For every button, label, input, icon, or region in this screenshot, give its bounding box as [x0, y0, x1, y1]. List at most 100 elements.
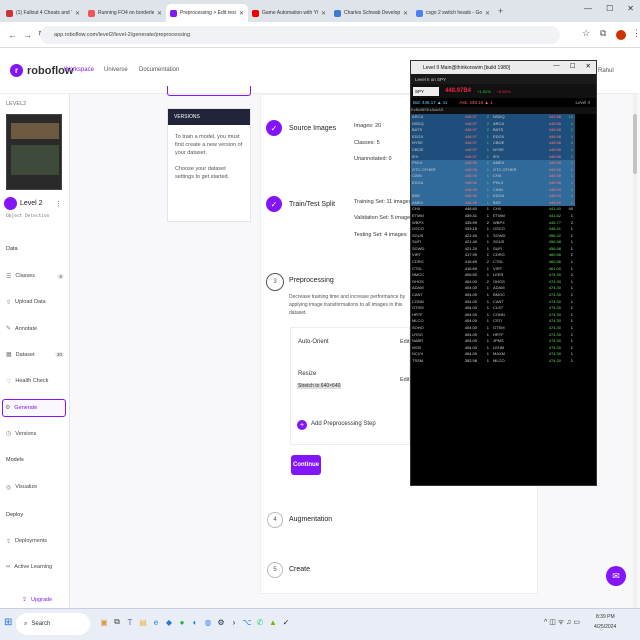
add-step-icon[interactable]: + — [297, 420, 307, 430]
resize-edit-button[interactable]: Edit — [400, 377, 409, 383]
back-icon[interactable]: ← — [8, 30, 17, 40]
ladder-cell: MLCO — [491, 357, 523, 365]
level2-title-bar[interactable]: Level II Main@thinkorswim [build 1980] —… — [411, 61, 596, 74]
forward-icon[interactable]: → — [23, 30, 32, 40]
ladder-cell: 448.97 — [443, 120, 479, 128]
browser-tab[interactable]: csgo 2 switch heads - Google✕ — [412, 4, 494, 22]
clock-date[interactable]: 4/25/2024 — [594, 624, 616, 630]
ladder-cell: 1 — [479, 140, 491, 147]
ladder-row: CINN 448.96 1 CHX 448.98 1 — [411, 173, 596, 180]
bookmark-star-icon[interactable]: ☆ — [582, 28, 590, 39]
browser-menu-icon[interactable]: ⋮ — [632, 28, 640, 39]
versions-selector[interactable] — [167, 86, 251, 96]
ladder-cell: GSCO — [411, 226, 443, 233]
windows-start-icon[interactable]: ⊞ — [4, 617, 12, 628]
symbol-input[interactable]: SPY — [413, 86, 439, 96]
chat-icon[interactable]: ✉ — [606, 566, 626, 586]
tab-close-icon[interactable]: ✕ — [157, 10, 162, 17]
sidebar-item[interactable]: ✎ Annotate — [6, 320, 66, 338]
train-test-split-title[interactable]: Train/Test Split — [289, 201, 335, 208]
ladder-cell: WBPX — [411, 219, 443, 227]
extensions-icon[interactable]: ⧉ — [600, 28, 606, 39]
level2-minimize-icon[interactable]: — — [553, 62, 560, 70]
sidebar-item[interactable]: ♡ Health Check — [6, 372, 66, 390]
user-name[interactable]: Rahul — [598, 68, 614, 74]
ladder-cell: CTDL — [491, 259, 523, 266]
sidebar-item-label: Annotate — [15, 325, 38, 332]
tab-close-icon[interactable]: ✕ — [239, 10, 244, 17]
nav-universe[interactable]: Universe — [104, 67, 128, 73]
project-thumbnail[interactable] — [6, 114, 62, 190]
sidebar-item[interactable]: ⇪ Deployments — [6, 532, 66, 550]
sidebar-item[interactable]: ⚙ Generate — [2, 398, 66, 417]
browser-tab[interactable]: Running FO4 on borderless wi✕ — [84, 4, 166, 22]
browser-tab[interactable]: Preprocessing > Edit resize ✕ — [166, 4, 248, 22]
augmentation-title[interactable]: Augmentation — [289, 516, 332, 523]
upgrade-label: Upgrade — [31, 596, 53, 603]
tab-close-icon[interactable]: ✕ — [403, 10, 408, 17]
health-icon: ♡ — [6, 378, 12, 385]
sidebar-item[interactable]: ◎ Visualize — [6, 478, 66, 496]
ladder-cell: 1 — [563, 120, 575, 128]
ladder-cell: 1 — [479, 166, 491, 174]
ladder-column-header[interactable]: Ask — [431, 107, 438, 114]
ladder-cell: 1 — [479, 245, 491, 253]
ladder-cell: 1 — [479, 331, 491, 339]
nav-documentation[interactable]: Documentation — [139, 67, 179, 73]
ladder-row: BATS 448.97 2 BATS 448.98 1 — [411, 127, 596, 134]
tab-close-icon[interactable]: ✕ — [485, 10, 490, 17]
tray-icons[interactable]: ^ ◫ ᯤ ♫ ▭ — [544, 618, 580, 627]
clock-time[interactable]: 8:39 PM — [596, 614, 615, 620]
project-menu-icon[interactable]: ⋮ — [55, 200, 62, 208]
sidebar-item[interactable]: ◷ Versions — [6, 425, 66, 443]
sidebar-item[interactable]: ∞ Active Learning — [6, 558, 66, 576]
new-tab-button[interactable]: + — [498, 6, 503, 16]
ladder-row: NABR 404.00 1 JPMS 474.30 1 — [411, 338, 596, 345]
ladder-cell: 439.41 — [443, 212, 479, 220]
sidebar-item[interactable]: ☰ Classes 5 — [6, 267, 66, 285]
level2-maximize-icon[interactable]: ☐ — [570, 62, 576, 70]
nav-workspace[interactable]: Workspace — [64, 67, 94, 73]
ladder-cell: PHLX — [411, 160, 443, 167]
maximize-icon[interactable]: ☐ — [606, 4, 613, 13]
ladder-cell: 2 — [479, 114, 491, 121]
ladder-row: NYSE 448.97 1 CBOE 448.98 4 — [411, 140, 596, 147]
preprocessing-title[interactable]: Preprocessing — [289, 277, 334, 284]
annotate-icon: ✎ — [6, 326, 12, 333]
ladder-cell: 448.99 — [523, 186, 563, 194]
ladder-cell: 4 — [563, 140, 575, 147]
url-field[interactable]: app.roboflow.com/level2/level-2/generate… — [40, 26, 560, 44]
create-title[interactable]: Create — [289, 566, 310, 573]
tab-close-icon[interactable]: ✕ — [75, 10, 80, 17]
tab-title: Game Automation with YOLO — [262, 10, 318, 16]
close-icon[interactable]: ✕ — [627, 4, 634, 13]
upgrade-button[interactable]: ⇪ Upgrade — [22, 596, 53, 604]
taskbar-search[interactable]: ⌕ Search — [16, 613, 90, 635]
auto-orient-edit-button[interactable]: Edit — [400, 339, 409, 345]
sidebar-item[interactable]: ▦ Dataset 20 — [6, 346, 66, 364]
ladder-cell: 474.30 — [523, 357, 563, 365]
browser-tab[interactable]: (1) Fallout 4 Cheats and Trainer✕ — [2, 4, 84, 22]
ladder-cell: NCVV — [411, 351, 443, 358]
browser-tab[interactable]: Charles Schwab Developer Por✕ — [330, 4, 412, 22]
minimize-icon[interactable]: — — [584, 4, 592, 13]
ladder-cell: BATS — [491, 127, 523, 134]
ladder-cell: 1 — [563, 193, 575, 200]
project-name[interactable]: Level 2 — [20, 200, 43, 207]
profile-avatar[interactable] — [616, 30, 626, 40]
tab-favicon-icon — [334, 9, 341, 17]
browser-tab[interactable]: Game Automation with YOLO✕ — [248, 4, 330, 22]
ladder-cell: 448.97 — [443, 153, 479, 161]
ladder-cell: CTDL — [411, 265, 443, 273]
source-images-title[interactable]: Source Images — [289, 125, 336, 132]
page-scrollbar[interactable] — [633, 94, 637, 608]
continue-button[interactable]: Continue — [291, 455, 321, 475]
tab-close-icon[interactable]: ✕ — [321, 10, 326, 17]
level2-close-icon[interactable]: ✕ — [586, 62, 591, 70]
add-preprocessing-step-button[interactable]: Add Preprocessing Step — [311, 421, 376, 427]
ladder-cell: 1 — [563, 153, 575, 161]
thinkorswim-icon[interactable]: ✓ — [278, 614, 294, 630]
training-set: Training Set: 11 images — [354, 199, 412, 205]
ladder-column-header[interactable]: AS — [438, 107, 443, 114]
sidebar-item[interactable]: ⇧ Upload Data — [6, 293, 66, 311]
